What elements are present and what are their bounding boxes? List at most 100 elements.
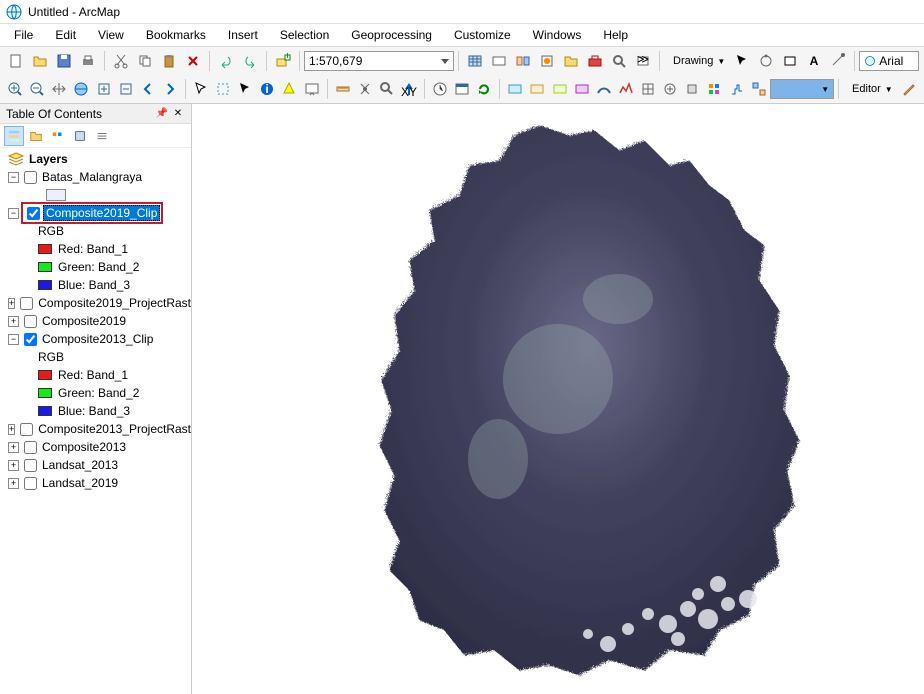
ge-tool-10[interactable] <box>704 78 724 100</box>
print-button[interactable] <box>77 50 99 72</box>
collapse-button[interactable]: − <box>8 208 19 219</box>
edit-vertices-button[interactable] <box>827 50 849 72</box>
delete-button[interactable] <box>182 50 204 72</box>
layer-visible-checkbox[interactable] <box>20 423 33 436</box>
back-button[interactable] <box>138 78 158 100</box>
identify-button[interactable]: i <box>257 78 277 100</box>
ge-tool-9[interactable] <box>682 78 702 100</box>
python-button[interactable]: ≫ <box>632 50 654 72</box>
tree-root-layers[interactable]: Layers <box>0 150 191 168</box>
save-button[interactable] <box>53 50 75 72</box>
ge-tool-5[interactable] <box>594 78 614 100</box>
editor-dropdown[interactable]: Editor▼ <box>843 78 898 100</box>
expand-button[interactable]: + <box>8 460 19 471</box>
time-slider-button[interactable] <box>430 78 450 100</box>
tree-node-landsat2013[interactable]: + Landsat_2013 <box>0 456 191 474</box>
catalog-button[interactable] <box>560 50 582 72</box>
tree-node-comp2019proj[interactable]: + Composite2019_ProjectRast <box>0 294 191 312</box>
menu-geoprocessing[interactable]: Geoprocessing <box>341 26 442 44</box>
text-button[interactable]: A <box>803 50 825 72</box>
new-button[interactable] <box>5 50 27 72</box>
refresh-button[interactable] <box>474 78 494 100</box>
map-view[interactable] <box>192 104 924 694</box>
close-icon[interactable]: ✕ <box>171 107 185 121</box>
create-viewer-button[interactable] <box>452 78 472 100</box>
select-features-button[interactable] <box>191 78 211 100</box>
measure-button[interactable] <box>333 78 353 100</box>
layer-visible-checkbox[interactable] <box>24 315 37 328</box>
tree-node-comp2013[interactable]: + Composite2013 <box>0 438 191 456</box>
ge-tool-3[interactable] <box>550 78 570 100</box>
list-by-visibility-button[interactable] <box>48 126 68 146</box>
clear-selection-button[interactable] <box>213 78 233 100</box>
rotate-button[interactable] <box>755 50 777 72</box>
editor-toolbar-icon[interactable] <box>464 50 486 72</box>
ge-tool-11[interactable] <box>727 78 747 100</box>
menu-help[interactable]: Help <box>593 26 638 44</box>
list-by-source-button[interactable] <box>26 126 46 146</box>
tool-icon-c[interactable] <box>536 50 558 72</box>
tree-node-comp2013proj[interactable]: + Composite2013_ProjectRast <box>0 420 191 438</box>
tree-node-comp2019clip[interactable]: − Composite2019_Clip <box>0 204 191 222</box>
options-button[interactable] <box>92 126 112 146</box>
toolbox-button[interactable] <box>584 50 606 72</box>
tree-node-comp2013clip[interactable]: − Composite2013_Clip <box>0 330 191 348</box>
add-data-button[interactable]: + <box>272 50 294 72</box>
fixed-zoom-in-button[interactable] <box>94 78 114 100</box>
tree-node-landsat2019[interactable]: + Landsat_2019 <box>0 474 191 492</box>
layer-visible-checkbox[interactable] <box>24 477 37 490</box>
scale-input[interactable]: 1:570,679 <box>304 51 454 71</box>
tree-node-comp2019[interactable]: + Composite2019 <box>0 312 191 330</box>
zoom-out-button[interactable] <box>27 78 47 100</box>
menu-windows[interactable]: Windows <box>523 26 592 44</box>
tree-node-batas[interactable]: − Batas_Malangraya <box>0 168 191 186</box>
html-popup-button[interactable] <box>302 78 322 100</box>
ge-tool-2[interactable] <box>527 78 547 100</box>
value-input[interactable]: ▼ <box>770 79 834 99</box>
editor-tool-icon[interactable] <box>899 78 919 100</box>
menu-bookmarks[interactable]: Bookmarks <box>136 26 216 44</box>
copy-button[interactable] <box>134 50 156 72</box>
layer-visible-checkbox[interactable] <box>24 459 37 472</box>
redo-button[interactable] <box>239 50 261 72</box>
rectangle-button[interactable] <box>779 50 801 72</box>
menu-view[interactable]: View <box>88 26 134 44</box>
menu-file[interactable]: File <box>4 26 43 44</box>
expand-button[interactable]: + <box>8 424 15 435</box>
menu-selection[interactable]: Selection <box>270 26 339 44</box>
open-button[interactable] <box>29 50 51 72</box>
undo-button[interactable] <box>215 50 237 72</box>
full-extent-button[interactable] <box>71 78 91 100</box>
tool-icon-b[interactable] <box>512 50 534 72</box>
expand-button[interactable]: + <box>8 442 19 453</box>
menu-insert[interactable]: Insert <box>218 26 268 44</box>
expand-button[interactable]: + <box>8 316 19 327</box>
expand-button[interactable]: + <box>8 478 19 489</box>
forward-button[interactable] <box>160 78 180 100</box>
pan-button[interactable] <box>49 78 69 100</box>
hyperlink-button[interactable] <box>279 78 299 100</box>
list-by-drawing-order-button[interactable] <box>4 126 24 146</box>
expand-button[interactable]: + <box>8 298 15 309</box>
search-button[interactable] <box>608 50 630 72</box>
ge-tool-7[interactable] <box>638 78 658 100</box>
ge-tool-4[interactable] <box>572 78 592 100</box>
find-route-button[interactable] <box>377 78 397 100</box>
layer-visible-checkbox[interactable] <box>27 207 40 220</box>
tool-icon-a[interactable] <box>488 50 510 72</box>
fixed-zoom-out-button[interactable] <box>116 78 136 100</box>
ge-tool-12[interactable] <box>749 78 769 100</box>
menu-edit[interactable]: Edit <box>45 26 86 44</box>
ge-tool-6[interactable] <box>616 78 636 100</box>
layer-visible-checkbox[interactable] <box>20 297 33 310</box>
go-to-xy-button[interactable]: XY <box>399 78 419 100</box>
ge-tool-8[interactable] <box>660 78 680 100</box>
menu-customize[interactable]: Customize <box>444 26 521 44</box>
select-arrow-button[interactable] <box>235 78 255 100</box>
find-button[interactable] <box>355 78 375 100</box>
layer-visible-checkbox[interactable] <box>24 441 37 454</box>
paste-button[interactable] <box>158 50 180 72</box>
collapse-button[interactable]: − <box>8 172 19 183</box>
select-element-button[interactable] <box>731 50 753 72</box>
collapse-button[interactable]: − <box>8 334 19 345</box>
